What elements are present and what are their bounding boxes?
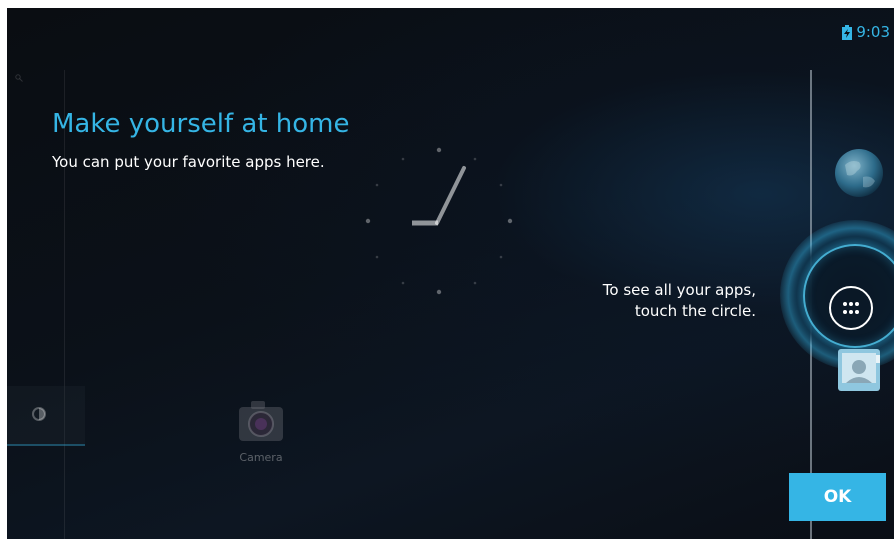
workspace-left-edge (64, 70, 65, 539)
all-apps-grid-icon (843, 302, 859, 314)
camera-icon (239, 401, 283, 441)
cling-title: Make yourself at home (52, 109, 350, 139)
cling-hint: To see all your apps, touch the circle. (516, 280, 756, 322)
brightness-icon (32, 407, 46, 421)
dimmed-widget-tile (7, 386, 85, 446)
search-icon (15, 74, 23, 82)
all-apps-button[interactable] (829, 286, 873, 330)
browser-globe-icon (835, 149, 883, 197)
battery-charging-icon (842, 24, 853, 40)
camera-label: Camera (239, 451, 283, 464)
camera-app-shortcut: Camera (231, 395, 291, 464)
cling-hint-line-1: To see all your apps, (602, 281, 756, 299)
status-bar: 9:03 (842, 8, 894, 56)
cling-hint-line-2: touch the circle. (634, 302, 756, 320)
home-screen: 9:03 Make yourself at home You can put y… (7, 8, 894, 539)
search-hint (15, 74, 23, 82)
analog-clock-widget (365, 147, 513, 295)
ok-button[interactable]: OK (789, 473, 886, 521)
status-time: 9:03 (856, 23, 890, 41)
contacts-icon (838, 349, 880, 391)
cling-subtitle: You can put your favorite apps here. (52, 153, 325, 171)
